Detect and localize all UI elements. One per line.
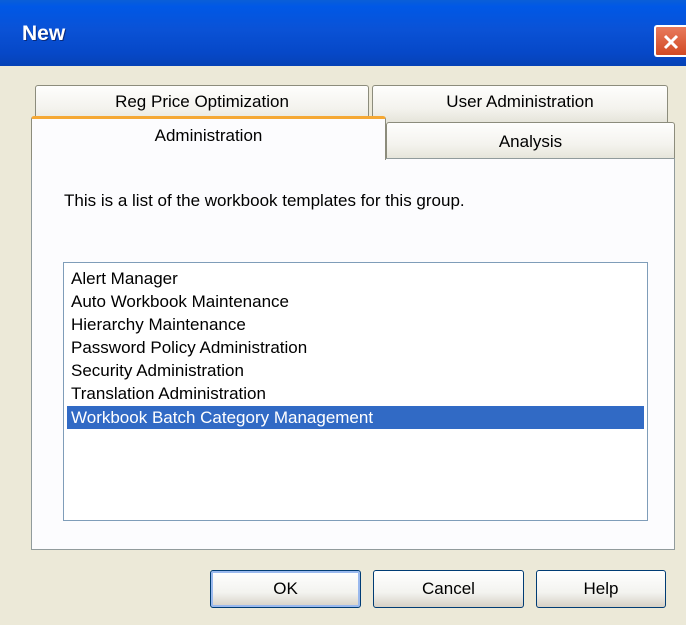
list-item-selected[interactable]: Workbook Batch Category Management: [67, 406, 644, 429]
cancel-button[interactable]: Cancel: [373, 570, 524, 608]
list-item[interactable]: Alert Manager: [67, 267, 644, 290]
window-title: New: [22, 22, 66, 45]
new-dialog: New Reg Price Optimization User Administ…: [0, 0, 686, 625]
list-item[interactable]: Security Administration: [67, 359, 644, 382]
list-item[interactable]: Translation Administration: [67, 382, 644, 405]
tab-user-administration[interactable]: User Administration: [372, 85, 668, 123]
tab-administration[interactable]: Administration: [31, 116, 386, 160]
tab-label: Reg Price Optimization: [115, 92, 289, 111]
ok-button[interactable]: OK: [210, 570, 361, 608]
help-button[interactable]: Help: [536, 570, 666, 608]
description-text: This is a list of the workbook templates…: [64, 191, 465, 210]
close-button[interactable]: [654, 25, 686, 57]
tab-label: Analysis: [498, 132, 563, 151]
title-bar[interactable]: New: [0, 0, 686, 66]
tab-label: User Administration: [446, 92, 594, 111]
tab-analysis[interactable]: Analysis: [386, 122, 675, 159]
tab-label: Administration: [154, 126, 263, 145]
list-item[interactable]: Hierarchy Maintenance: [67, 313, 644, 336]
template-listbox[interactable]: Alert Manager Auto Workbook Maintenance …: [63, 262, 648, 521]
close-icon: [663, 34, 679, 50]
list-item[interactable]: Auto Workbook Maintenance: [67, 290, 644, 313]
list-item[interactable]: Password Policy Administration: [67, 336, 644, 359]
